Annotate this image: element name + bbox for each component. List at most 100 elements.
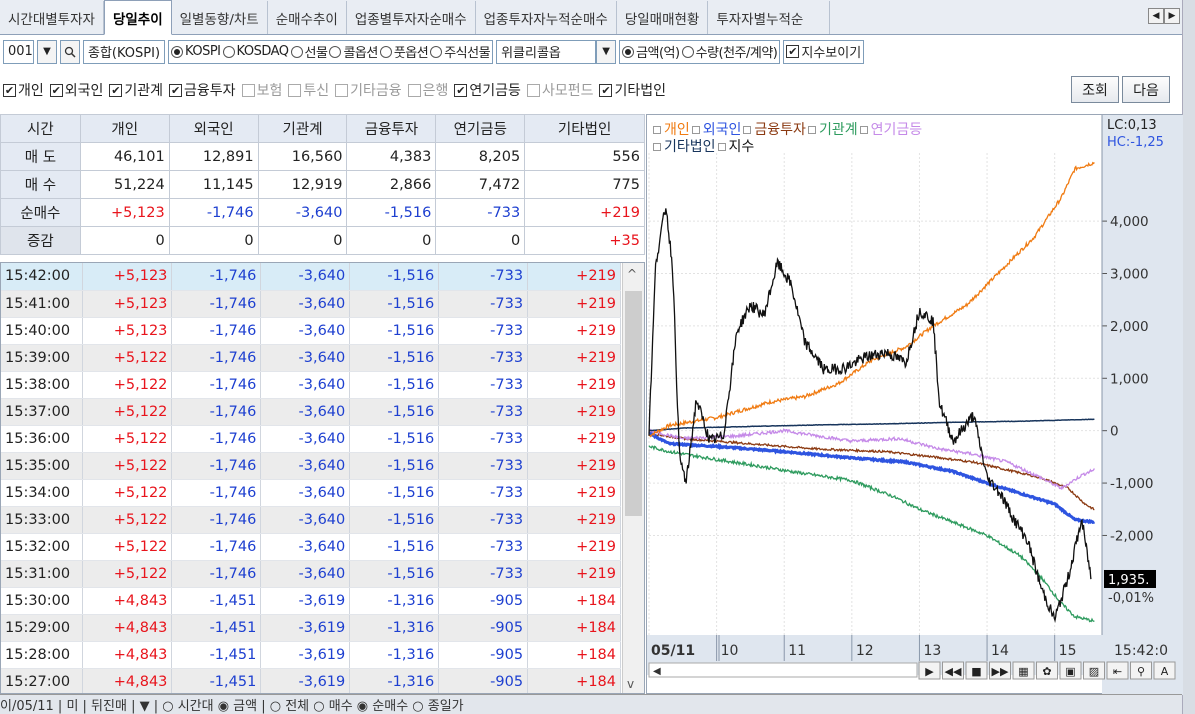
filter-9[interactable]: 사모펀드 <box>526 80 593 100</box>
option-select[interactable]: 위클리콜옵 <box>496 39 597 64</box>
table-row[interactable]: 15:39:00 +5,122 -1,746 -3,640 -1,516 -733 +219 <box>1 344 621 372</box>
radio-radios_market-1[interactable]: KOSDAQ <box>222 44 289 59</box>
filter-8[interactable]: ✔ 연기금등 <box>454 80 521 100</box>
table-row[interactable]: 15:27:00 +4,843 -1,451 -3,619 -1,316 -905 +184 <box>1 668 621 693</box>
checkbox-icon: ✔ <box>49 83 63 97</box>
radio-label: 콜옵션 <box>343 46 378 61</box>
radio-radios_market-3[interactable]: 콜옵션 <box>329 42 378 61</box>
scroll-up-icon[interactable]: ^ <box>627 267 637 281</box>
filter-5[interactable]: 투신 <box>288 80 329 100</box>
row-cell: -1,516 <box>349 425 440 453</box>
table-row[interactable]: 15:40:00 +5,123 -1,746 -3,640 -1,516 -733 +219 <box>1 317 621 345</box>
tab-1[interactable]: 시간대별투자자 <box>0 1 104 34</box>
table-row[interactable]: 15:29:00 +4,843 -1,451 -3,619 -1,316 -905 +184 <box>1 614 621 642</box>
market-name-field: 종합(KOSPI) <box>83 39 166 64</box>
table-row[interactable]: 15:37:00 +5,122 -1,746 -3,640 -1,516 -733 +219 <box>1 398 621 426</box>
row-time: 15:36:00 <box>1 425 84 453</box>
code-dropdown-button[interactable]: ▼ <box>37 39 57 64</box>
table-row[interactable]: 15:36:00 +5,122 -1,746 -3,640 -1,516 -733 +219 <box>1 425 621 453</box>
market-code-input[interactable]: 001 <box>3 39 34 64</box>
row-time: 15:30:00 <box>1 587 84 615</box>
filter-10[interactable]: ✔ 기타법인 <box>599 80 666 100</box>
filter-4[interactable]: 보험 <box>241 80 282 100</box>
table-row[interactable]: 15:38:00 +5,122 -1,746 -3,640 -1,516 -733 +219 <box>1 371 621 399</box>
text-icon: A <box>1161 665 1169 678</box>
row-cell: +184 <box>527 641 621 669</box>
filter-3[interactable]: ✔ 금융투자 <box>169 80 236 100</box>
radio-radios_market-0[interactable]: KOSPI <box>171 44 221 59</box>
radio-radios_market-2[interactable]: 선물 <box>290 42 328 61</box>
summary-cell: +219 <box>524 198 645 227</box>
tab-scroll-left-button[interactable]: ◀ <box>1148 8 1164 24</box>
tab-8[interactable]: 투자자별누적순 <box>708 1 831 34</box>
x-tick-label: 15 <box>1059 643 1077 659</box>
search-button[interactable] <box>60 39 80 64</box>
row-cell: +219 <box>527 452 621 480</box>
summary-cell: -3,640 <box>257 198 348 227</box>
radio-label: 선물 <box>304 46 328 61</box>
filter-6[interactable]: 기타금융 <box>335 80 402 100</box>
table-row[interactable]: 15:31:00 +5,122 -1,746 -3,640 -1,516 -733 +219 <box>1 560 621 588</box>
time-list[interactable]: 15:42:00 +5,123 -1,746 -3,640 -1,516 -733 +219… <box>0 262 645 694</box>
tab-3[interactable]: 일별동향/차트 <box>171 1 268 34</box>
chevron-down-icon: ▼ <box>602 46 610 57</box>
list-scrollbar[interactable]: ^ v <box>622 263 644 693</box>
chart-style-icon: ▨ <box>1089 665 1099 678</box>
radio-radios_unit-1[interactable]: 수량(천주/계약) <box>681 42 778 61</box>
row-cell: -3,640 <box>260 317 351 345</box>
chart-hscroll[interactable] <box>648 662 918 678</box>
search-submit-button[interactable]: 조회 <box>1071 76 1119 103</box>
radio-icon <box>379 45 392 58</box>
radio-radios_unit-0[interactable]: 금액(억) <box>622 42 680 61</box>
summary-cell: 0 <box>346 226 437 255</box>
table-row[interactable]: 15:35:00 +5,122 -1,746 -3,640 -1,516 -733 +219 <box>1 452 621 480</box>
row-cell: -733 <box>438 479 529 507</box>
radio-label: 금액(억) <box>636 46 680 61</box>
checkbox-icon <box>407 83 421 97</box>
row-cell: -1,746 <box>171 344 262 372</box>
row-cell: -905 <box>438 587 529 615</box>
legend-swatch-icon <box>653 143 661 151</box>
table-row[interactable]: 15:28:00 +4,843 -1,451 -3,619 -1,316 -905 +184 <box>1 641 621 669</box>
scroll-left-icon[interactable]: ◀ <box>653 666 661 677</box>
filter-0[interactable]: ✔ 개인 <box>3 80 44 100</box>
row-cell: -3,640 <box>260 425 351 453</box>
option-select-dropdown[interactable]: ▼ <box>596 39 617 64</box>
row-cell: -3,640 <box>260 452 351 480</box>
summary-header: 개인 <box>79 114 170 143</box>
table-row[interactable]: 15:33:00 +5,122 -1,746 -3,640 -1,516 -733 +219 <box>1 506 621 534</box>
tab-2[interactable]: 당일추이 <box>103 0 172 35</box>
table-row[interactable]: 15:32:00 +5,122 -1,746 -3,640 -1,516 -733 +219 <box>1 533 621 561</box>
radio-radios_market-5[interactable]: 주식선물 <box>430 42 491 61</box>
scrollbar-thumb[interactable] <box>625 291 642 516</box>
filter-2[interactable]: ✔ 기관계 <box>109 80 163 100</box>
filter-7[interactable]: 은행 <box>407 80 448 100</box>
row-cell: -3,619 <box>260 641 351 669</box>
tab-6[interactable]: 업종투자자누적순매수 <box>475 1 617 34</box>
tab-scroll-right-button[interactable]: ▶ <box>1164 8 1180 24</box>
row-cell: +184 <box>527 668 621 693</box>
x-tick-label: 10 <box>721 643 739 659</box>
legend-label: 연기금등 <box>870 122 923 138</box>
row-cell: -1,451 <box>171 641 262 669</box>
index-toggle[interactable]: ✔ 지수보이기 <box>783 39 865 64</box>
checkbox-icon <box>526 83 540 97</box>
table-row[interactable]: 15:42:00 +5,123 -1,746 -3,640 -1,516 -733 +219 <box>1 263 621 291</box>
market-code-value: 001 <box>8 44 33 59</box>
legend-item: 연기금등 <box>858 122 923 138</box>
legend-swatch-icon <box>717 143 726 151</box>
radio-radios_market-4[interactable]: 풋옵션 <box>379 42 429 61</box>
next-button[interactable]: 다음 <box>1122 76 1170 103</box>
filter-1[interactable]: ✔ 외국인 <box>49 80 103 100</box>
row-cell: -1,516 <box>349 398 440 426</box>
tab-7[interactable]: 당일매매현황 <box>616 1 709 34</box>
table-row[interactable]: 15:30:00 +4,843 -1,451 -3,619 -1,316 -905 +184 <box>1 587 621 615</box>
tab-5[interactable]: 업종별투자자순매수 <box>346 1 476 34</box>
table-row[interactable]: 15:34:00 +5,122 -1,746 -3,640 -1,516 -733 +219 <box>1 479 621 507</box>
legend-label: 금융투자 <box>754 122 806 138</box>
table-row[interactable]: 15:41:00 +5,123 -1,746 -3,640 -1,516 -733 +219 <box>1 290 621 318</box>
scroll-down-icon[interactable]: v <box>627 677 634 691</box>
row-cell: -3,640 <box>260 479 351 507</box>
tab-4[interactable]: 순매수추이 <box>267 1 347 34</box>
summary-header-row: 시간 개인 외국인 기관계 금융투자 연기금등 기타법인 <box>0 114 645 143</box>
